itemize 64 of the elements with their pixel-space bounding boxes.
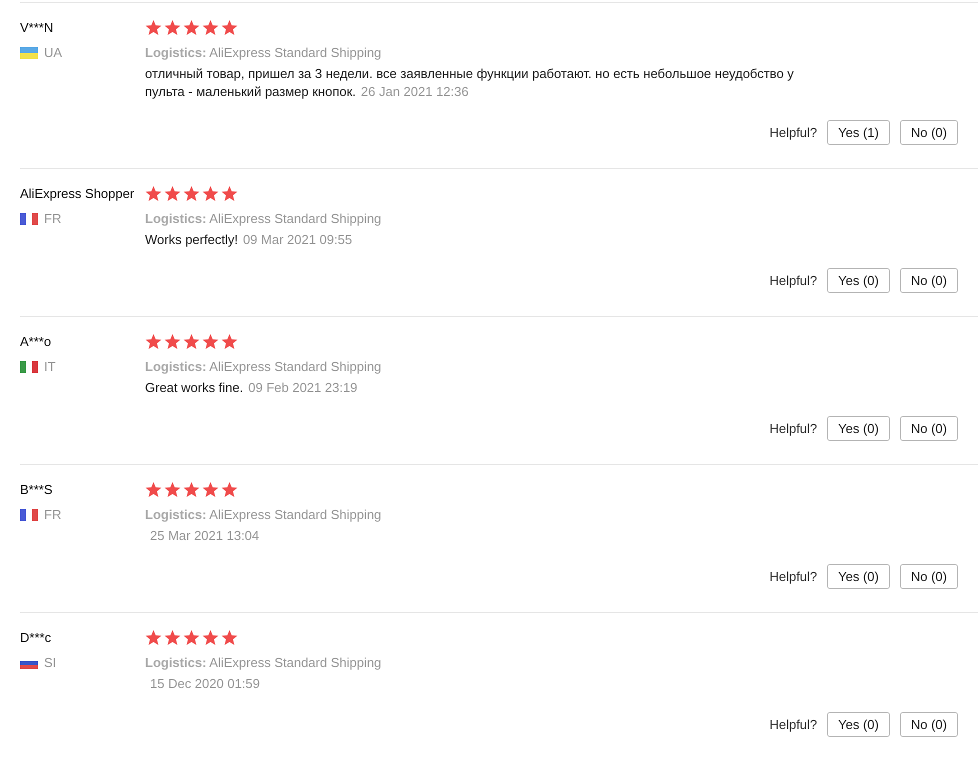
flag-icon bbox=[20, 508, 38, 520]
yes-vote-button[interactable]: Yes (0) bbox=[827, 564, 890, 589]
review-text: Great works fine. 09 Feb 2021 23:19 bbox=[145, 379, 358, 397]
yes-vote-button[interactable]: Yes (1) bbox=[827, 120, 890, 145]
star-icon bbox=[221, 186, 238, 202]
reviewer-name: B***S bbox=[20, 481, 54, 499]
star-icon bbox=[221, 334, 238, 350]
helpful-label: Helpful? bbox=[769, 421, 818, 436]
helpful-label: Helpful? bbox=[769, 273, 818, 288]
review-text: Works perfectly! 09 Mar 2021 09:55 bbox=[145, 231, 354, 249]
yes-vote-button[interactable]: Yes (0) bbox=[827, 712, 890, 737]
star-icon bbox=[202, 20, 219, 36]
star-icon bbox=[202, 334, 219, 350]
review-date: 15 Dec 2020 01:59 bbox=[150, 676, 260, 691]
star-icon bbox=[221, 482, 238, 498]
logistics-info: Logistics: AliExpress Standard Shipping bbox=[145, 654, 382, 672]
reviewer-name: AliExpress Shopper bbox=[20, 185, 136, 203]
star-icon bbox=[183, 482, 200, 498]
star-icon bbox=[183, 630, 200, 646]
star-icon bbox=[183, 20, 200, 36]
flag-icon bbox=[20, 46, 38, 58]
star-icon bbox=[164, 482, 181, 498]
country-code: IT bbox=[44, 359, 56, 374]
star-icon bbox=[164, 334, 181, 350]
logistics-info: Logistics: AliExpress Standard Shipping bbox=[145, 358, 382, 376]
star-icon bbox=[202, 630, 219, 646]
star-icon bbox=[221, 20, 238, 36]
country-code: FR bbox=[44, 211, 62, 226]
helpful-label: Helpful? bbox=[769, 569, 818, 584]
no-vote-button[interactable]: No (0) bbox=[900, 564, 958, 589]
star-icon bbox=[183, 334, 200, 350]
yes-vote-button[interactable]: Yes (0) bbox=[827, 268, 890, 293]
star-icon bbox=[164, 20, 181, 36]
logistics-info: Logistics: AliExpress Standard Shipping bbox=[145, 44, 382, 62]
star-icon bbox=[164, 630, 181, 646]
yes-vote-button[interactable]: Yes (0) bbox=[827, 416, 890, 441]
reviewer-name: A***o bbox=[20, 333, 52, 351]
star-icon bbox=[183, 186, 200, 202]
star-icon bbox=[145, 630, 162, 646]
star-icon bbox=[164, 186, 181, 202]
logistics-info: Logistics: AliExpress Standard Shipping bbox=[145, 506, 382, 524]
country-code: SI bbox=[44, 655, 56, 670]
star-icon bbox=[145, 334, 162, 350]
logistics-info: Logistics: AliExpress Standard Shipping bbox=[145, 210, 382, 228]
country-code: FR bbox=[44, 507, 62, 522]
star-icon bbox=[202, 482, 219, 498]
country-code: UA bbox=[44, 45, 62, 60]
review-date: 25 Mar 2021 13:04 bbox=[150, 528, 260, 543]
star-icon bbox=[145, 482, 162, 498]
reviewer-name: D***c bbox=[20, 629, 52, 647]
flag-icon bbox=[20, 212, 38, 224]
helpful-label: Helpful? bbox=[769, 717, 818, 732]
no-vote-button[interactable]: No (0) bbox=[900, 712, 958, 737]
reviewer-name: V***N bbox=[20, 19, 54, 37]
helpful-label: Helpful? bbox=[769, 125, 818, 140]
star-icon bbox=[221, 630, 238, 646]
review-text: отличный товар, пришел за 3 недели. все заявленные функции работают. но есть небольшое неудобство у пульта - маленький размер кнопок. 26 Jan 2021 12:36 bbox=[145, 65, 795, 101]
flag-icon bbox=[20, 360, 38, 372]
star-icon bbox=[145, 186, 162, 202]
no-vote-button[interactable]: No (0) bbox=[900, 416, 958, 441]
no-vote-button[interactable]: No (0) bbox=[900, 268, 958, 293]
no-vote-button[interactable]: No (0) bbox=[900, 120, 958, 145]
star-icon bbox=[145, 20, 162, 36]
star-icon bbox=[202, 186, 219, 202]
